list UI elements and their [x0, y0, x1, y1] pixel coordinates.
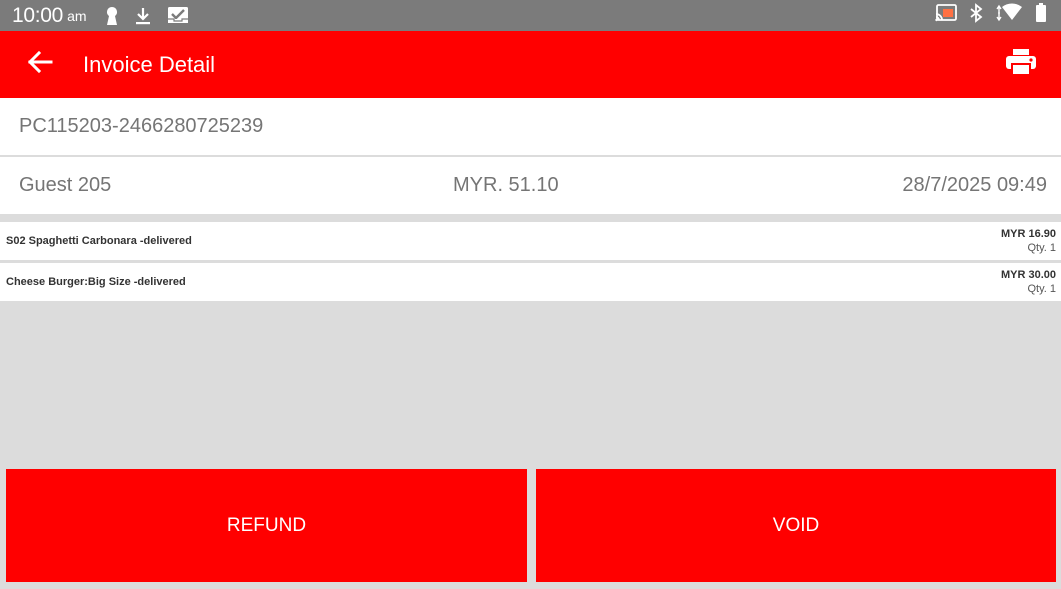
app-bar: Invoice Detail — [0, 31, 1061, 98]
printer-icon — [1005, 48, 1037, 81]
invoice-total: MYR. 51.10 — [453, 174, 559, 196]
cast-icon — [935, 4, 957, 27]
item-name: Cheese Burger:Big Size -delivered — [6, 276, 186, 288]
keyhole-icon — [105, 6, 119, 26]
item-price: MYR 30.00 — [1000, 268, 1056, 281]
print-button[interactable] — [995, 39, 1047, 91]
status-bar-left: 10:00 am — [12, 4, 205, 28]
inbox-check-icon — [167, 6, 189, 26]
arrow-left-icon — [27, 50, 53, 79]
invoice-number-row: PC115203-2466280725239 — [0, 98, 1061, 155]
invoice-number: PC115203-2466280725239 — [19, 115, 264, 137]
refund-button[interactable]: REFUND — [6, 469, 527, 582]
page-title: Invoice Detail — [83, 51, 216, 77]
item-qty: Qty. 1 — [1027, 282, 1056, 295]
battery-icon — [1035, 3, 1047, 28]
item-price-block: MYR 16.90 Qty. 1 — [1001, 227, 1056, 256]
status-bar: 10:00 am — [0, 0, 1061, 31]
list-item[interactable]: S02 Spaghetti Carbonara -delivered MYR 1… — [0, 222, 1061, 260]
item-name: S02 Spaghetti Carbonara -delivered — [6, 235, 192, 247]
invoice-datetime: 28/7/2025 09:49 — [902, 174, 1047, 196]
invoice-summary-row: Guest 205 MYR. 51.10 28/7/2025 09:49 — [0, 157, 1061, 214]
clock-ampm: am — [67, 7, 87, 24]
back-button[interactable] — [14, 39, 66, 91]
item-qty: Qty. 1 — [1027, 241, 1056, 254]
void-button[interactable]: VOID — [536, 469, 1056, 582]
clock-time: 10:00 — [12, 3, 64, 27]
status-bar-right — [935, 3, 1047, 28]
wifi-icon — [995, 3, 1023, 28]
download-icon — [135, 6, 151, 26]
item-price: MYR 16.90 — [1000, 227, 1056, 240]
list-item[interactable]: Cheese Burger:Big Size -delivered MYR 30… — [0, 263, 1061, 301]
guest-label: Guest 205 — [19, 174, 112, 196]
bluetooth-icon — [969, 3, 983, 28]
item-price-block: MYR 30.00 Qty. 1 — [1001, 268, 1056, 297]
